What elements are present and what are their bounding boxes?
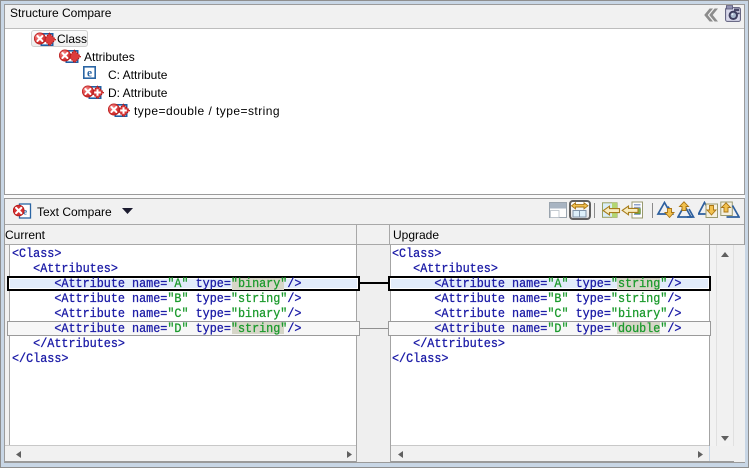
svg-text:e: e [87, 68, 92, 79]
